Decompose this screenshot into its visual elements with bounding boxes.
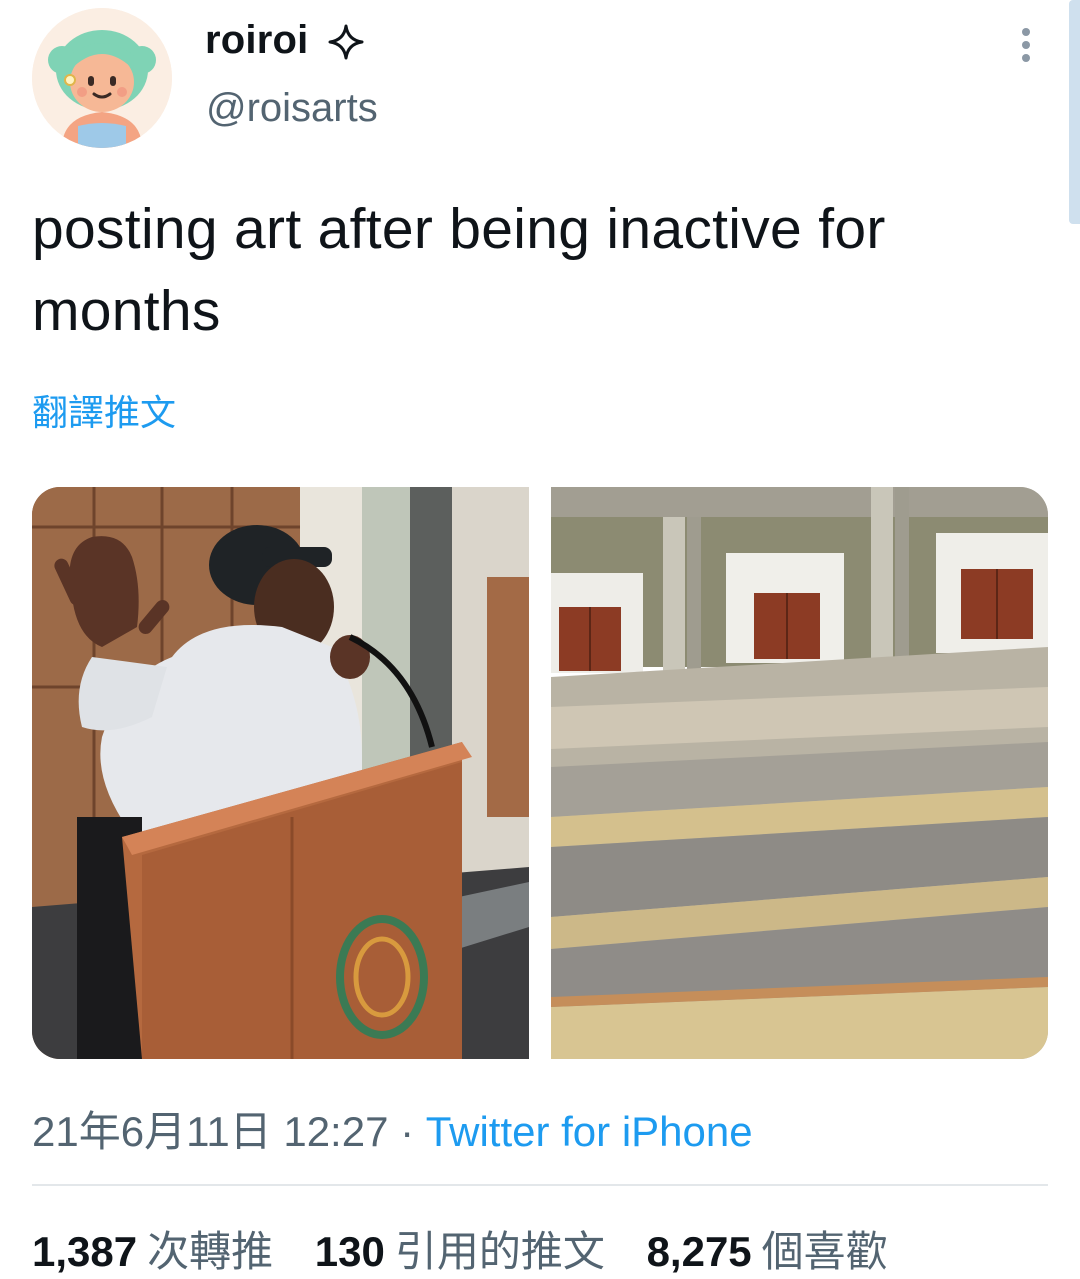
more-options-button[interactable] — [1008, 20, 1044, 70]
tweet-text: posting art after being inactive for mon… — [32, 197, 886, 343]
quote-label: 引用的推文 — [394, 1228, 605, 1275]
user-handle[interactable]: @roisarts — [206, 86, 378, 131]
sparkle-icon — [326, 22, 366, 62]
quote-count: 130 — [314, 1228, 385, 1275]
empty-hall-photo — [551, 487, 1048, 1059]
avatar-illustration — [32, 8, 172, 148]
meta-separator: · — [388, 1108, 426, 1155]
quote-tweets-stat[interactable]: 130 引用的推文 — [315, 1228, 605, 1275]
media-image-speaker[interactable] — [32, 487, 529, 1059]
avatar[interactable] — [32, 8, 172, 148]
scrollbar-thumb[interactable] — [1069, 0, 1080, 224]
tweet-meta: 21年6月11日 12:27 · Twitter for iPhone — [32, 1098, 753, 1159]
like-count: 8,275 — [646, 1228, 752, 1275]
more-vertical-icon — [1022, 28, 1030, 62]
like-label: 個喜歡 — [761, 1228, 888, 1275]
display-name[interactable]: roiroi — [205, 18, 308, 63]
retweets-stat[interactable]: 1,387 次轉推 — [32, 1228, 273, 1275]
timestamp[interactable]: 21年6月11日 12:27 — [32, 1108, 388, 1155]
likes-stat[interactable]: 8,275 個喜歡 — [647, 1228, 888, 1275]
translate-tweet-link[interactable]: 翻譯推文 — [32, 384, 176, 436]
speaker-photo — [32, 487, 529, 1059]
retweet-count: 1,387 — [32, 1228, 138, 1275]
divider — [32, 1184, 1048, 1186]
media-image-empty-hall[interactable] — [551, 487, 1048, 1059]
retweet-label: 次轉推 — [147, 1228, 274, 1275]
source-link[interactable]: Twitter for iPhone — [426, 1108, 753, 1155]
engagement-stats: 1,387 次轉推 130 引用的推文 8,275 個喜歡 — [32, 1218, 918, 1279]
